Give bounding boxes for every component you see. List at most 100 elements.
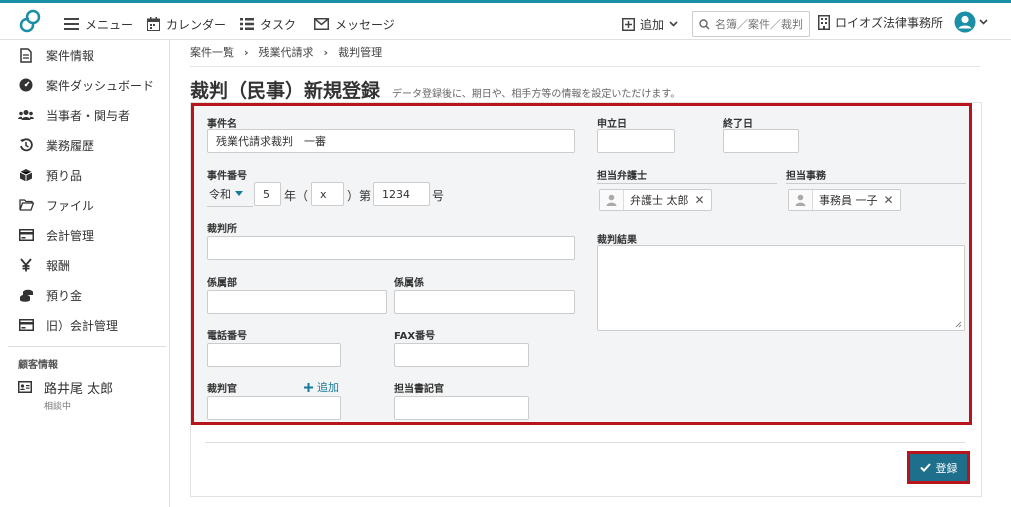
nav-calendar[interactable]: カレンダー — [147, 14, 226, 34]
document-icon — [18, 47, 34, 63]
sidebar-item-fees[interactable]: 報酬 — [0, 250, 170, 280]
org-selector[interactable]: ロイオズ法律事務所 — [818, 14, 943, 31]
sidebar-item-case-info[interactable]: 案件情報 — [0, 40, 170, 70]
sidebar-item-dashboard[interactable]: 案件ダッシュボード — [0, 70, 170, 100]
search-box[interactable] — [692, 11, 810, 37]
list-icon — [240, 18, 254, 30]
sidebar-item-parties[interactable]: 当事者・関与者 — [0, 100, 170, 130]
sidebar-item-accounting[interactable]: 会計管理 — [0, 220, 170, 250]
department-input[interactable] — [207, 290, 387, 314]
sidebar: 案件情報 案件ダッシュボード 当事者・関与者 業務履歴 預り品 ファイル 会計管… — [0, 40, 170, 507]
end-date-label: 終了日 — [723, 119, 753, 130]
search-input[interactable] — [715, 17, 805, 31]
result-label: 裁判結果 — [597, 235, 637, 246]
search-icon — [699, 18, 710, 30]
chevron-down-icon — [669, 21, 678, 27]
caret-down-icon — [235, 191, 243, 196]
era-select[interactable]: 令和 — [209, 182, 243, 206]
sidebar-item-label: 案件情報 — [46, 48, 95, 63]
resize-handle-icon[interactable] — [955, 321, 962, 328]
customer-name: 路井尾 太郎 — [44, 382, 114, 397]
sidebar-item-files[interactable]: ファイル — [0, 190, 170, 220]
card-icon — [18, 227, 34, 243]
user-menu[interactable] — [954, 11, 988, 33]
sidebar-item-label: 当事者・関与者 — [46, 108, 131, 123]
plus-square-icon — [622, 17, 635, 31]
lawyer-chip[interactable]: 弁護士 太郎 ✕ — [599, 189, 712, 211]
department-label: 係属部 — [207, 278, 237, 289]
case-symbol-input[interactable]: x — [311, 182, 344, 206]
yen-icon — [18, 257, 34, 273]
case-number-label: 事件番号 — [207, 171, 247, 182]
nav-menu[interactable]: メニュー — [64, 14, 133, 34]
sidebar-item-history[interactable]: 業務履歴 — [0, 130, 170, 160]
filing-date-input[interactable] — [597, 129, 675, 153]
sidebar-item-deposits[interactable]: 預り金 — [0, 280, 170, 310]
judge-label: 裁判官 — [207, 384, 237, 395]
top-bar: メニュー カレンダー タスク メッセージ 追加 ロイオズ法律事務所 — [0, 0, 1011, 40]
staff-chip[interactable]: 事務員 一子 ✕ — [788, 189, 901, 211]
org-name: ロイオズ法律事務所 — [835, 16, 944, 30]
add-judge-button[interactable]: 追加 — [304, 379, 339, 395]
era-value: 令和 — [209, 188, 231, 201]
case-name-input[interactable]: 残業代請求裁判 一審 — [207, 129, 575, 153]
staff-label: 担当事務 — [786, 171, 826, 182]
chevron-down-icon — [979, 19, 988, 25]
sidebar-item-label: 業務履歴 — [46, 138, 95, 153]
form-divider — [205, 442, 965, 443]
history-icon — [18, 137, 34, 153]
end-date-input[interactable] — [723, 129, 799, 153]
nav-calendar-label: カレンダー — [166, 17, 227, 32]
lawyer-underline — [597, 183, 777, 184]
section-input[interactable] — [394, 290, 575, 314]
breadcrumb-divider — [190, 66, 980, 67]
sidebar-item-label: 預り金 — [46, 288, 83, 303]
era-underline — [207, 206, 253, 207]
case-number-input[interactable]: 1234 — [373, 182, 430, 206]
sidebar-item-old-accounting[interactable]: 旧）会計管理 — [0, 310, 170, 340]
mail-icon — [314, 18, 329, 30]
sidebar-item-label: 預り品 — [46, 168, 83, 183]
clerk-input[interactable] — [394, 396, 529, 420]
coins-icon — [18, 287, 34, 303]
plus-icon — [304, 382, 313, 392]
phone-input[interactable] — [207, 343, 341, 367]
court-input[interactable] — [207, 236, 575, 260]
register-button[interactable]: 登録 — [910, 454, 967, 481]
register-label: 登録 — [935, 461, 958, 475]
building-icon — [818, 15, 830, 30]
add-dropdown-button[interactable]: 追加 — [622, 14, 678, 34]
add-judge-label: 追加 — [317, 381, 339, 394]
remove-staff-icon[interactable]: ✕ — [884, 193, 894, 207]
nav-message[interactable]: メッセージ — [314, 14, 395, 34]
staff-chip-label: 事務員 一子 — [819, 194, 878, 207]
sidebar-item-label: 報酬 — [46, 258, 71, 273]
breadcrumb-case-list[interactable]: 案件一覧 — [190, 44, 234, 60]
fax-label: FAX番号 — [394, 331, 436, 342]
customer-info[interactable]: 路井尾 太郎 相談中 — [18, 378, 113, 412]
hamburger-icon — [64, 18, 79, 30]
breadcrumb: 案件一覧 › 残業代請求 › 裁判管理 — [190, 44, 382, 60]
id-card-icon — [18, 381, 32, 393]
sidebar-item-deposit-items[interactable]: 預り品 — [0, 160, 170, 190]
card-icon — [18, 317, 34, 333]
breadcrumb-case[interactable]: 残業代請求 — [259, 44, 314, 60]
court-label: 裁判所 — [207, 224, 237, 235]
year-input[interactable]: 5 — [254, 182, 281, 206]
submit-highlight: 登録 — [907, 451, 970, 484]
section-label: 係属係 — [394, 278, 424, 289]
result-textarea[interactable] — [597, 245, 965, 331]
check-icon — [919, 463, 931, 472]
lawyer-chip-label: 弁護士 太郎 — [630, 194, 689, 207]
judge-input[interactable] — [207, 396, 341, 420]
sidebar-item-label: 会計管理 — [46, 228, 95, 243]
remove-lawyer-icon[interactable]: ✕ — [695, 193, 705, 207]
nav-menu-label: メニュー — [85, 17, 134, 32]
nav-task[interactable]: タスク — [240, 14, 296, 34]
lawyer-label: 担当弁護士 — [597, 171, 647, 182]
fax-input[interactable] — [394, 343, 529, 367]
dashboard-icon — [18, 77, 34, 93]
page-title: 裁判（民事）新規登録 — [190, 80, 381, 102]
app-logo[interactable] — [16, 9, 42, 35]
people-icon — [18, 107, 34, 123]
